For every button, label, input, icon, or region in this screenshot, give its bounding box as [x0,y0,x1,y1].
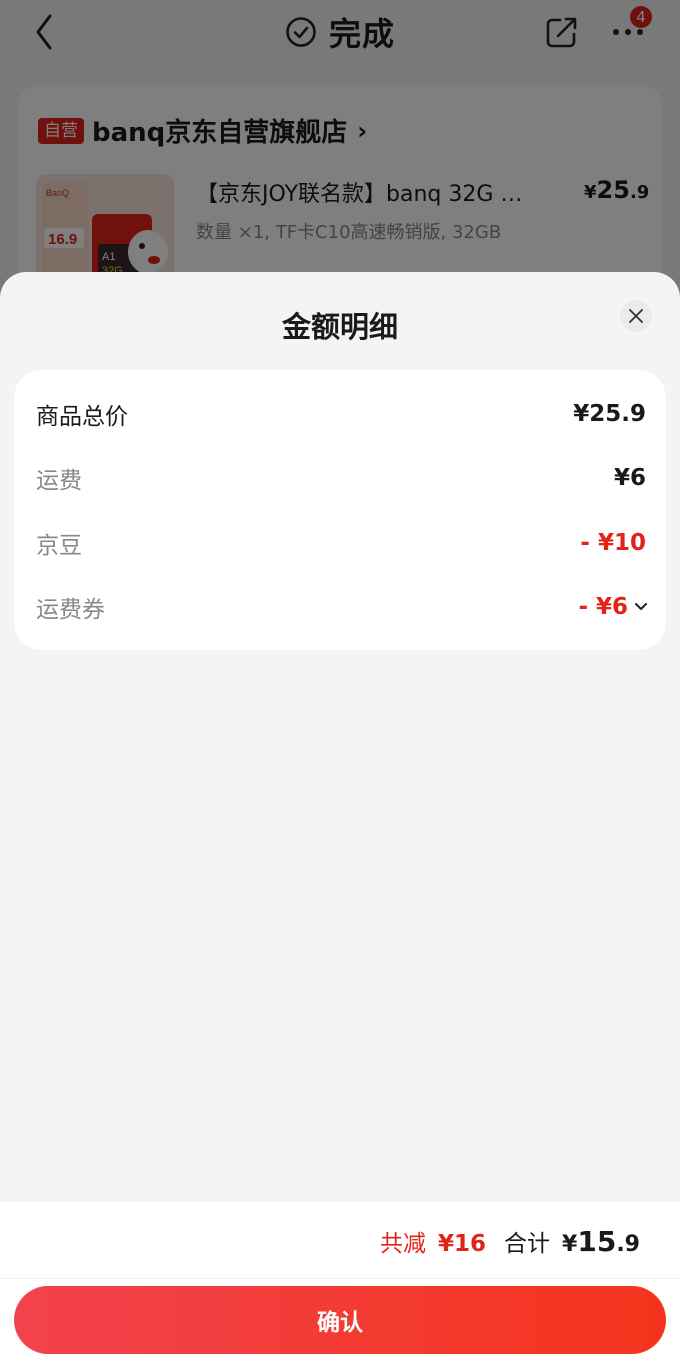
close-button[interactable] [620,300,652,332]
row-jingdou: 京豆 - ¥10 [36,525,646,561]
checkout-footer: 共减 ¥16 合计 ¥15.9 确认 [0,1202,680,1368]
total-int: 15 [577,1225,617,1258]
amount-detail-card: 商品总价 ¥25.9 运费 ¥6 京豆 - ¥10 运费券 - ¥6 [14,370,666,650]
total-symbol: ¥ [562,1232,578,1257]
divider [0,1278,680,1279]
row-goods-total: 商品总价 ¥25.9 [36,396,646,432]
chevron-down-icon[interactable] [632,598,650,616]
footer-summary: 共减 ¥16 合计 ¥15.9 [0,1224,640,1258]
row-shipping-fee: 运费 ¥6 [36,460,646,496]
row-value: - ¥6 [578,594,628,620]
confirm-button[interactable]: 确认 [14,1286,666,1354]
total-label: 合计 [504,1231,551,1257]
row-label: 运费 [36,468,82,494]
row-value: - ¥10 [580,530,646,556]
reduce-value: ¥16 [438,1231,487,1257]
row-value: ¥25.9 [573,401,646,427]
total-value: ¥15.9 [562,1225,640,1258]
row-shipping-coupon[interactable]: 运费券 - ¥6 [36,589,650,625]
sheet-title: 金额明细 [281,310,398,344]
row-value: ¥6 [613,465,646,491]
row-label: 商品总价 [36,404,128,430]
row-label: 运费券 [36,597,105,623]
row-label: 京豆 [36,533,82,559]
close-icon [629,309,643,323]
coupon-value-group[interactable]: - ¥6 [578,594,650,620]
reduce-label: 共减 [380,1231,427,1257]
total-dec: .9 [616,1232,640,1257]
